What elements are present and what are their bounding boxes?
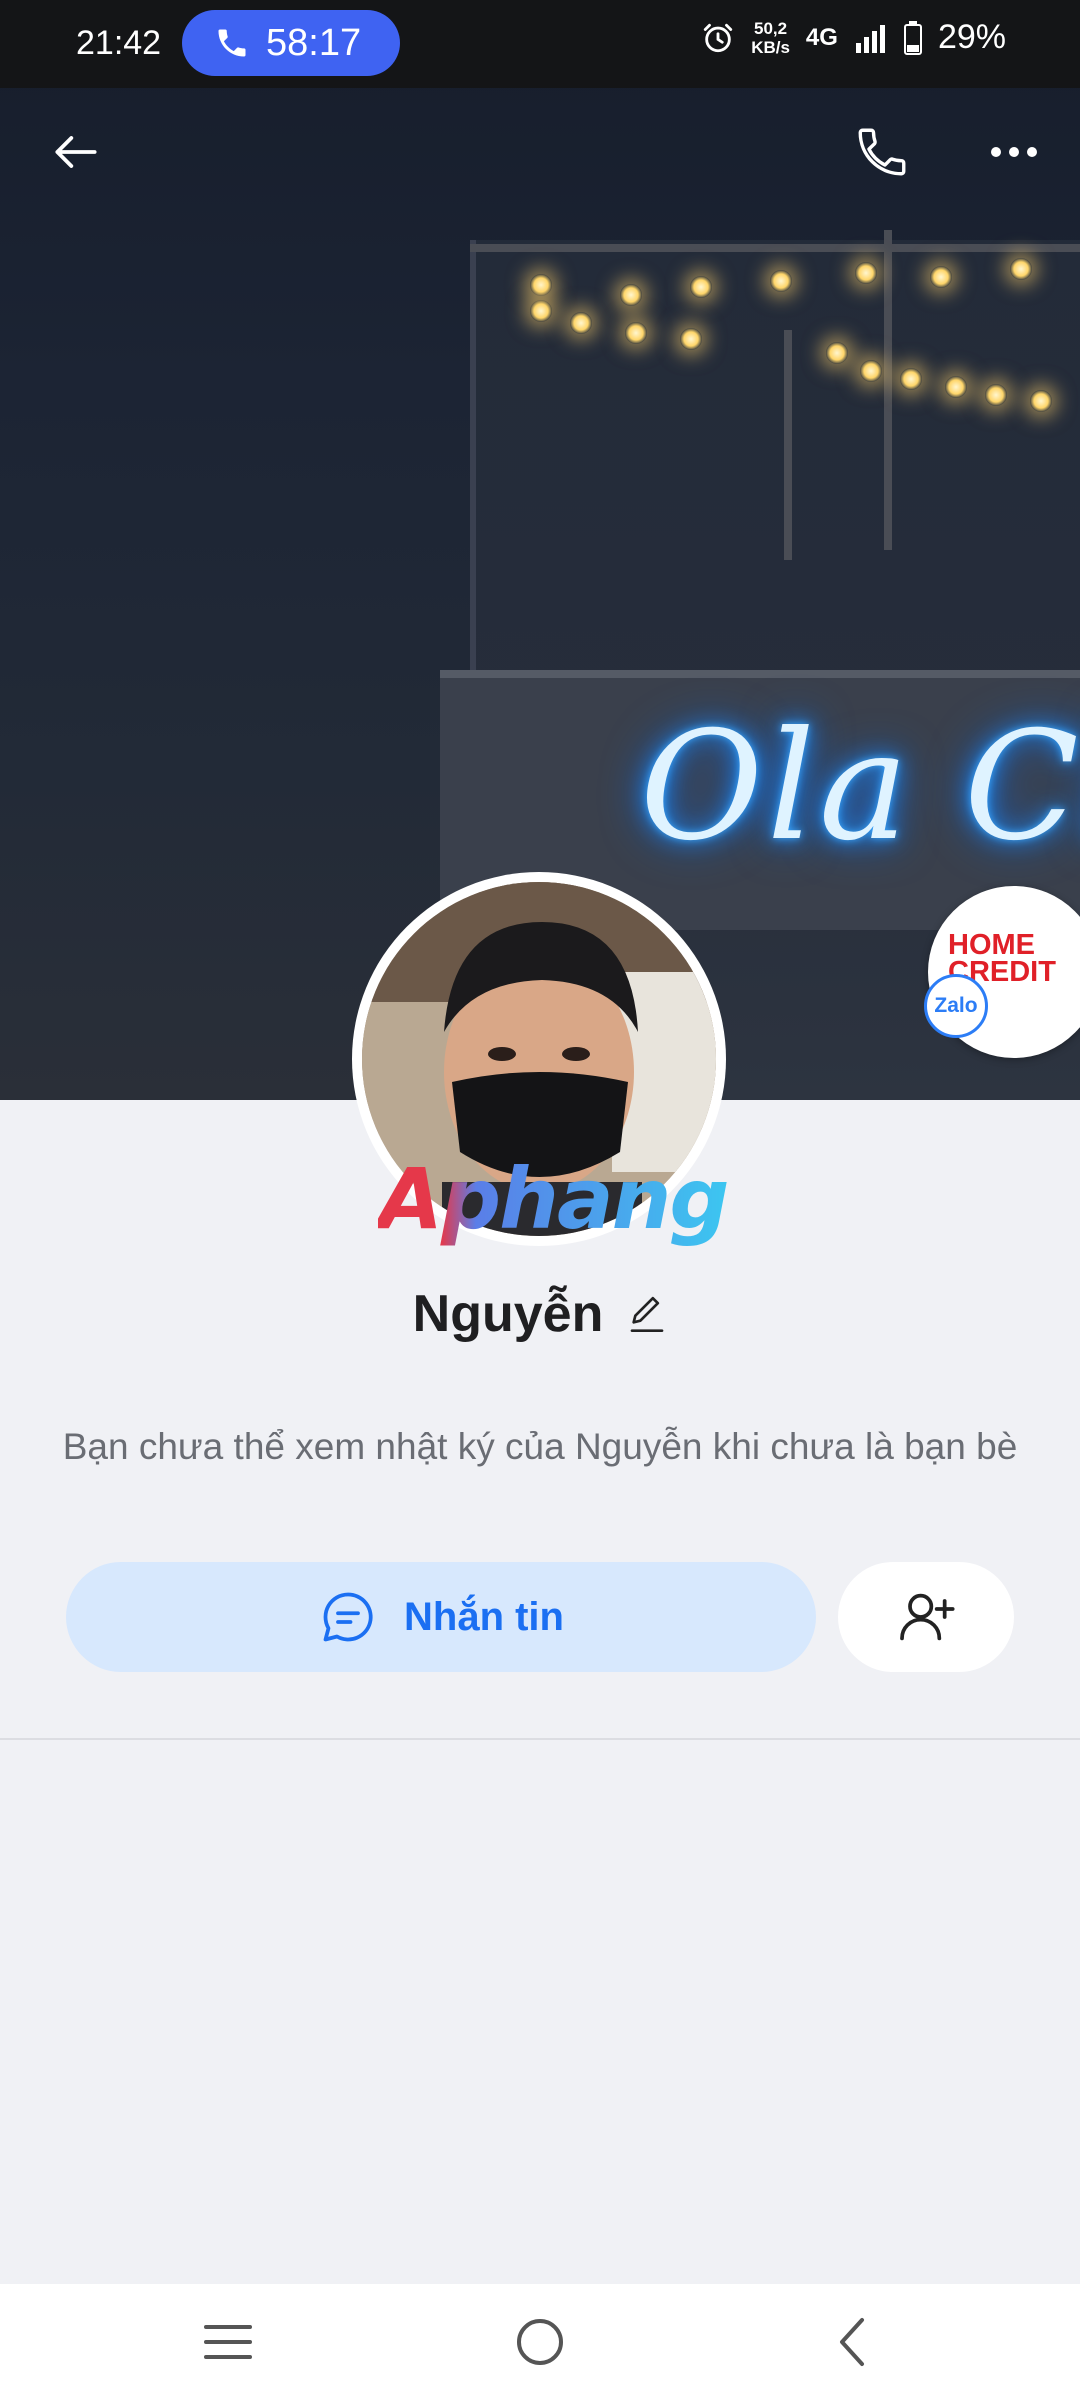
cover-beam bbox=[884, 230, 892, 550]
string-light bbox=[770, 270, 792, 292]
send-message-button[interactable]: Nhắn tin bbox=[66, 1562, 816, 1672]
battery-percent: 29% bbox=[937, 18, 1006, 56]
profile-screen: Ola Ch 21:42 58:17 50,2 KB/s 4G bbox=[0, 0, 1080, 2400]
string-light bbox=[620, 284, 642, 306]
string-light bbox=[1030, 390, 1052, 412]
more-options-button[interactable] bbox=[974, 112, 1054, 192]
ongoing-call-pill[interactable]: 58:17 bbox=[182, 10, 400, 76]
net-speed: 50,2 KB/s bbox=[751, 19, 790, 57]
top-action-bar bbox=[0, 100, 1080, 210]
string-light bbox=[625, 322, 647, 344]
string-light bbox=[855, 262, 877, 284]
send-message-label: Nhắn tin bbox=[404, 1594, 564, 1639]
status-time: 21:42 bbox=[76, 24, 162, 62]
menu-lines-icon bbox=[204, 2325, 252, 2359]
battery-icon bbox=[903, 20, 922, 55]
chat-bubble-icon bbox=[323, 1592, 373, 1642]
status-bar: 21:42 58:17 50,2 KB/s 4G 29% bbox=[0, 0, 1080, 88]
add-friend-icon bbox=[900, 1593, 955, 1641]
system-nav-bar bbox=[0, 2284, 1080, 2400]
string-light bbox=[690, 276, 712, 298]
cover-neon-sign: Ola Ch bbox=[640, 700, 1080, 874]
arrow-left-icon bbox=[55, 136, 97, 168]
add-friend-button[interactable] bbox=[838, 1562, 1014, 1672]
profile-name: Nguyễn bbox=[412, 1285, 604, 1343]
more-dots-icon bbox=[991, 147, 1037, 157]
cover-beam bbox=[784, 330, 792, 560]
home-button[interactable] bbox=[508, 2310, 572, 2374]
string-light bbox=[945, 376, 967, 398]
string-light bbox=[530, 300, 552, 322]
net-speed-unit: KB/s bbox=[751, 37, 790, 57]
phone-icon bbox=[218, 29, 246, 57]
avatar-watermark: Aphang bbox=[378, 1150, 730, 1248]
string-light bbox=[985, 384, 1007, 406]
call-duration: 58:17 bbox=[266, 21, 362, 64]
signal-icon bbox=[855, 24, 885, 53]
home-circle-icon bbox=[517, 2319, 563, 2365]
string-light bbox=[826, 342, 848, 364]
net-speed-value: 50,2 bbox=[754, 18, 788, 38]
string-light bbox=[530, 274, 552, 296]
recent-apps-button[interactable] bbox=[196, 2310, 260, 2374]
string-light bbox=[860, 360, 882, 382]
edit-pencil-icon[interactable] bbox=[627, 1292, 667, 1336]
network-type: 4G bbox=[805, 23, 838, 51]
phone-outline-icon bbox=[858, 128, 906, 176]
status-icons: 50,2 KB/s 4G 29% bbox=[701, 18, 1006, 57]
string-light bbox=[1010, 258, 1032, 280]
privacy-notice: Bạn chưa thể xem nhật ký của Nguyễn khi … bbox=[62, 1426, 1018, 1467]
cover-beam bbox=[470, 244, 1080, 252]
system-back-button[interactable] bbox=[820, 2310, 884, 2374]
back-button[interactable] bbox=[36, 112, 116, 192]
call-button[interactable] bbox=[842, 112, 922, 192]
chevron-left-icon bbox=[840, 2318, 864, 2366]
section-divider bbox=[0, 1738, 1080, 1740]
string-light bbox=[900, 368, 922, 390]
string-light bbox=[570, 312, 592, 334]
string-light bbox=[930, 266, 952, 288]
profile-name-row: Nguyễn bbox=[0, 1284, 1080, 1344]
alarm-icon bbox=[704, 23, 733, 52]
string-light bbox=[680, 328, 702, 350]
zalo-badge: Zalo bbox=[924, 974, 988, 1038]
